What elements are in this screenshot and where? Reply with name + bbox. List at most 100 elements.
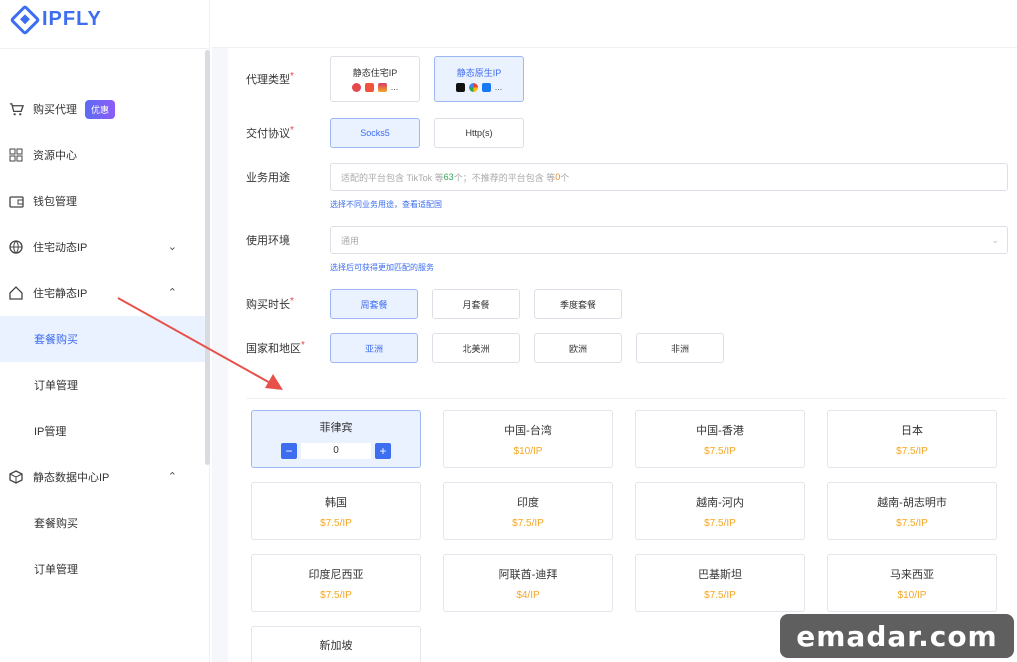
sidebar-item-label: 钱包管理 [33,196,77,208]
environment-hint: 选择后可获得更加匹配的服务 [330,263,434,272]
chevron-up-icon[interactable]: ⌃ [168,470,177,483]
sidebar-item-label: 订单管理 [34,564,78,576]
environment-row: 使用环境 通用 ⌄ [246,226,1008,254]
sidebar: IPFLY 购买代理 优惠 资源中心 钱包管理 住宅动态IP ⌄ 住宅静态IP … [0,0,210,662]
country-card[interactable]: 日本 $7.5/IP [827,410,997,468]
duration-option-weekly[interactable]: 周套餐 [330,289,418,319]
country-price: $7.5/IP [896,445,928,457]
country-card[interactable]: 中国-香港 $7.5/IP [635,410,805,468]
duration-row: 购买时长* 周套餐 月套餐 季度套餐 [246,289,636,319]
country-price: $7.5/IP [896,517,928,529]
sidebar-scrollbar[interactable] [205,50,210,465]
usage-hint[interactable]: 选择不同业务用途，查看适配国 [330,199,442,210]
country-card[interactable]: 新加坡 [251,626,421,662]
proxy-type-row: 代理类型* 静态住宅IP ... 静态原生IP ... [246,56,538,102]
environment-select[interactable]: 通用 ⌄ [330,226,1008,254]
country-name: 马来西亚 [890,568,934,581]
sidebar-item-label: 订单管理 [34,380,78,392]
sidebar-item-buy-proxy[interactable]: 购买代理 优惠 [0,86,205,132]
country-card[interactable]: 印度 $7.5/IP [443,482,613,540]
country-price: $7.5/IP [320,589,352,601]
proxy-type-option-static-native[interactable]: 静态原生IP ... [434,56,524,102]
platform-icon [364,83,374,92]
grid-icon [8,147,24,163]
country-name: 印度 [517,496,539,509]
brand-logo[interactable]: IPFLY [9,3,102,36]
sidebar-item-datacenter-ip[interactable]: 静态数据中心IP ⌃ [0,454,205,500]
field-label: 国家和地区* [246,340,305,355]
select-value: 通用 [341,235,360,246]
chevron-down-icon[interactable]: ⌄ [168,240,177,253]
duration-option-monthly[interactable]: 月套餐 [432,289,520,319]
country-name: 越南-胡志明市 [877,496,947,509]
country-card[interactable]: 韩国 $7.5/IP [251,482,421,540]
sidebar-subitem-order-management[interactable]: 订单管理 [0,362,205,408]
google-icon [468,83,478,92]
field-label: 业务用途 [246,172,290,184]
country-price: $7.5/IP [704,445,736,457]
country-card[interactable]: 巴基斯坦 $7.5/IP [635,554,805,612]
more-icon: ... [390,82,399,92]
sidebar-item-static-ip[interactable]: 住宅静态IP ⌃ [0,270,205,316]
placeholder-text: 个；不推荐的平台包含 等 [453,172,556,183]
brand-name: IPFLY [42,8,102,30]
protocol-option-https[interactable]: Http(s) [434,118,524,148]
main-area: 代理类型* 静态住宅IP ... 静态原生IP ... 交付协议* Socks5… [212,0,1017,662]
sidebar-item-label: 住宅静态IP [33,288,88,300]
divider [246,398,1006,399]
region-tab-europe[interactable]: 欧洲 [534,333,622,363]
proxy-type-option-static-residential[interactable]: 静态住宅IP ... [330,56,420,102]
purchase-panel: 代理类型* 静态住宅IP ... 静态原生IP ... 交付协议* Socks5… [228,48,1017,662]
option-label: 静态原生IP [456,68,502,78]
sidebar-item-label: 资源中心 [33,150,77,162]
country-card[interactable]: 马来西亚 $10/IP [827,554,997,612]
platform-icon [377,83,387,92]
country-card-philippines[interactable]: 菲律宾 − 0 + [251,410,421,468]
field-label: 使用环境 [246,235,290,247]
sidebar-item-label: 套餐购买 [34,518,78,530]
cart-icon [8,101,24,117]
usage-row: 业务用途 适配的平台包含 TikTok 等 63 个；不推荐的平台包含 等 0 … [246,163,1008,191]
sidebar-item-wallet[interactable]: 钱包管理 [0,178,205,224]
country-price: $7.5/IP [704,517,736,529]
watermark: emadar.com [780,614,1014,658]
sidebar-item-resources[interactable]: 资源中心 [0,132,205,178]
country-price: $7.5/IP [512,517,544,529]
globe-icon [8,239,24,255]
country-name: 韩国 [325,496,347,509]
country-card[interactable]: 越南-河内 $7.5/IP [635,482,805,540]
country-price: $7.5/IP [704,589,736,601]
country-card[interactable]: 越南-胡志明市 $7.5/IP [827,482,997,540]
protocol-option-socks5[interactable]: Socks5 [330,118,420,148]
country-price: $4/IP [516,589,540,601]
country-card[interactable]: 中国-台湾 $10/IP [443,410,613,468]
region-tab-africa[interactable]: 非洲 [636,333,724,363]
protocol-row: 交付协议* Socks5 Http(s) [246,118,538,148]
sidebar-item-label: IP管理 [34,426,67,438]
sidebar-item-label: 静态数据中心IP [33,472,110,484]
sidebar-item-label: 购买代理 [33,104,77,116]
placeholder-text: 个 [560,172,570,183]
country-name: 越南-河内 [696,496,744,509]
server-icon [8,469,24,485]
country-card[interactable]: 阿联酋-迪拜 $4/IP [443,554,613,612]
plus-button[interactable]: + [375,443,391,459]
platform-icon [351,83,361,92]
usage-input[interactable]: 适配的平台包含 TikTok 等 63 个；不推荐的平台包含 等 0 个 [330,163,1008,191]
region-tab-asia[interactable]: 亚洲 [330,333,418,363]
sidebar-item-dynamic-ip[interactable]: 住宅动态IP ⌄ [0,224,205,270]
sidebar-item-label: 套餐购买 [34,334,78,346]
quantity-input[interactable]: 0 [301,443,371,459]
duration-option-quarterly[interactable]: 季度套餐 [534,289,622,319]
sidebar-subitem-order-management[interactable]: 订单管理 [0,546,205,592]
sidebar-subitem-package-purchase[interactable]: 套餐购买 [0,500,205,546]
country-price: $7.5/IP [320,517,352,529]
country-card[interactable]: 印度尼西亚 $7.5/IP [251,554,421,612]
region-tab-north-america[interactable]: 北美洲 [432,333,520,363]
promo-badge: 优惠 [85,99,116,119]
minus-button[interactable]: − [281,443,297,459]
sidebar-subitem-ip-management[interactable]: IP管理 [0,408,205,454]
top-bar [212,0,1017,48]
sidebar-subitem-package-purchase[interactable]: 套餐购买 [0,316,205,362]
chevron-up-icon[interactable]: ⌃ [168,286,177,299]
